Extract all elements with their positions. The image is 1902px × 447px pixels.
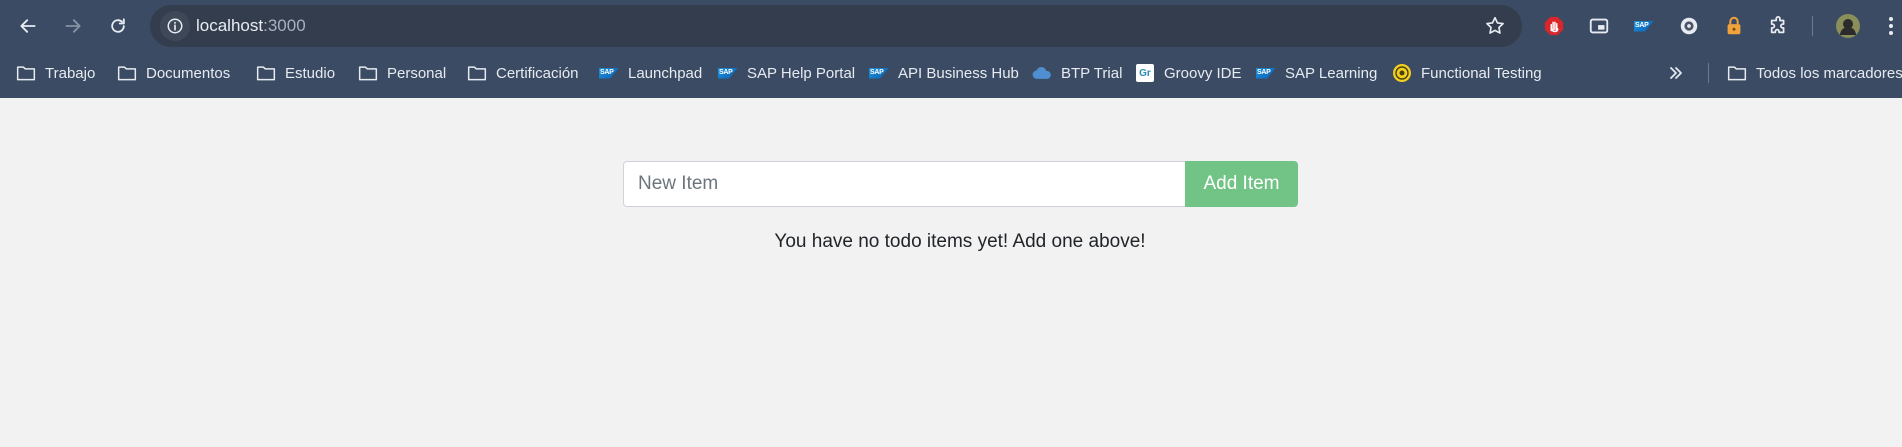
add-item-form: Add Item [623,161,1298,207]
folder-icon [1727,63,1747,83]
bookmark-btp-trial[interactable]: BTP Trial [1032,56,1122,90]
info-icon [167,18,183,34]
groovy-icon: Gr [1135,63,1155,83]
bookmarks-bar: Trabajo Documentos Estudio Personal Cert… [0,56,1902,90]
forward-arrow-icon [65,19,81,33]
sap-logo-text: SAP [719,68,733,76]
sap-logo-text: SAP [1257,68,1271,76]
bookmark-label: BTP Trial [1061,64,1123,82]
bookmark-label: Trabajo [45,64,96,82]
sap-logo-text: SAP [600,68,614,76]
bookmark-label: SAP Learning [1285,64,1378,82]
bookmark-label: Estudio [285,64,336,82]
bookmark-label: Launchpad [628,64,703,82]
back-arrow-icon [20,19,36,33]
groovy-logo-text: Gr [1136,64,1154,82]
bookmark-groovy-ide[interactable]: Gr Groovy IDE [1135,56,1242,90]
bookmark-label: Documentos [146,64,231,82]
lock-extension-icon[interactable] [1722,14,1746,38]
all-bookmarks-label: Todos los marcadores [1756,64,1902,82]
adblock-extension-icon[interactable] [1542,14,1566,38]
url-text[interactable]: localhost:3000 [196,16,306,36]
folder-icon [256,63,276,83]
bookmark-estudio[interactable]: Estudio [256,56,335,90]
extensions-puzzle-icon[interactable] [1767,14,1791,38]
bookmark-sap-learning[interactable]: SAP SAP Learning [1256,56,1377,90]
bookmark-functional-testing[interactable]: Functional Testing [1392,56,1542,90]
bookmark-label: Personal [387,64,447,82]
page-content: Add Item You have no todo items yet! Add… [0,98,1902,447]
target-icon [1392,63,1412,83]
sap-icon: SAP [599,63,619,83]
empty-state-message: You have no todo items yet! Add one abov… [774,231,1146,252]
new-item-input[interactable] [623,161,1185,207]
folder-icon [117,63,137,83]
site-info-button[interactable] [160,11,190,41]
sap-icon: SAP [869,63,889,83]
bookmark-trabajo[interactable]: Trabajo [16,56,95,90]
address-bar[interactable]: localhost:3000 [150,5,1522,47]
add-item-button[interactable]: Add Item [1185,161,1298,207]
chrome-menu-icon[interactable] [1884,14,1898,38]
browser-chrome: localhost:3000 SAP Trabajo Documentos Es… [0,0,1902,98]
bookmark-star-icon[interactable] [1484,15,1506,37]
bookmark-personal[interactable]: Personal [358,56,446,90]
tracker-extension-icon[interactable] [1677,14,1701,38]
all-bookmarks-folder[interactable]: Todos los marcadores [1727,56,1902,90]
bookmark-label: API Business Hub [898,64,1019,82]
bookmark-sap-help-portal[interactable]: SAP SAP Help Portal [718,56,855,90]
bookmarks-separator [1708,63,1709,83]
more-bookmarks-button[interactable] [1668,56,1684,90]
back-button[interactable] [13,11,43,41]
reload-icon [111,18,125,33]
profile-avatar-icon[interactable] [1834,12,1862,40]
double-chevron-right-icon [1670,67,1682,79]
sap-icon: SAP [718,63,738,83]
bookmark-label: Groovy IDE [1164,64,1242,82]
sap-icon: SAP [1256,63,1276,83]
bookmark-certificacion[interactable]: Certificación [467,56,579,90]
bookmark-launchpad[interactable]: SAP Launchpad [599,56,702,90]
url-port: :3000 [263,16,306,35]
bookmark-api-business-hub[interactable]: SAP API Business Hub [869,56,1019,90]
picture-in-picture-icon[interactable] [1587,14,1611,38]
sap-logo-text: SAP [870,68,884,76]
bookmark-label: Functional Testing [1421,64,1542,82]
toolbar-separator [1812,16,1813,36]
forward-button[interactable] [58,11,88,41]
bookmark-label: Certificación [496,64,579,82]
cloud-icon [1032,63,1052,83]
url-host: localhost [196,16,264,35]
bookmark-label: SAP Help Portal [747,64,856,82]
folder-icon [467,63,487,83]
reload-button[interactable] [103,11,133,41]
sap-logo-text: SAP [1635,21,1649,29]
sap-extension-icon[interactable]: SAP [1632,14,1656,38]
folder-icon [358,63,378,83]
browser-toolbar: localhost:3000 SAP [0,0,1902,52]
bookmark-documentos[interactable]: Documentos [117,56,230,90]
folder-icon [16,63,36,83]
